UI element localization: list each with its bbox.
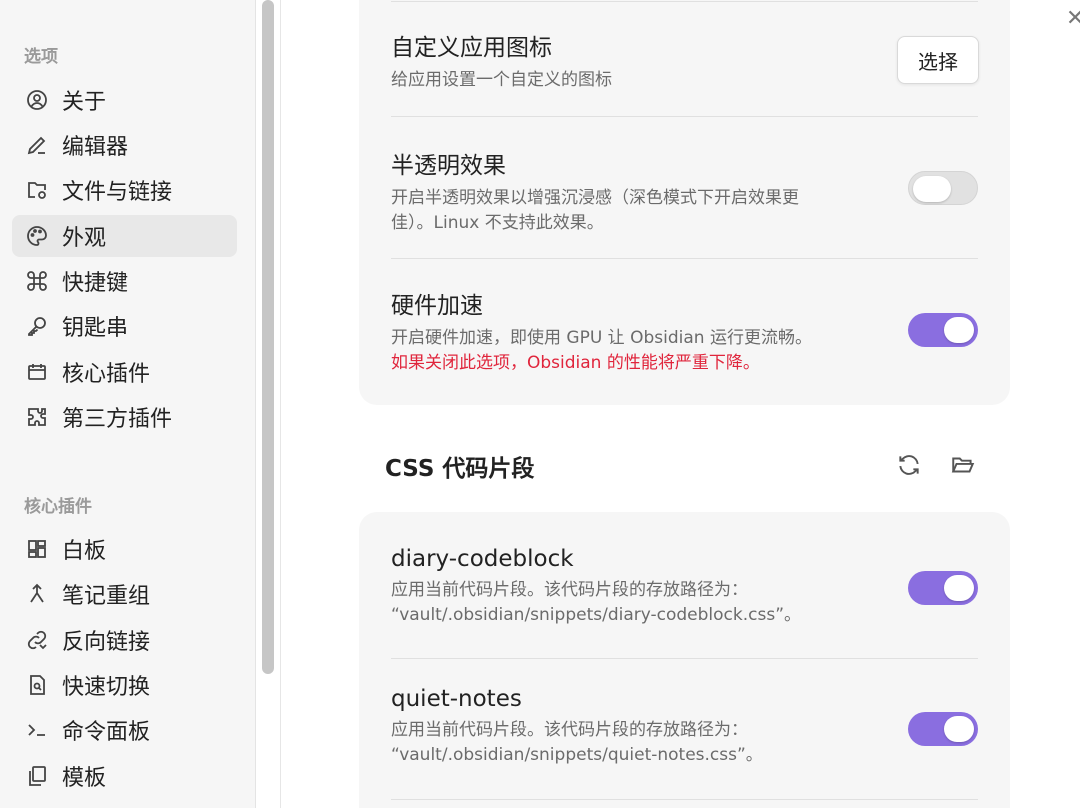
- sidebar-item-label: 快速切换: [62, 675, 151, 700]
- open-folder-icon[interactable]: [948, 450, 978, 480]
- sidebar-item-appearance[interactable]: 外观: [12, 215, 237, 257]
- palette-icon: [24, 223, 50, 249]
- setting-description: 开启半透明效果以增强沉浸感（深色模式下开启效果更 佳）。Linux 不支持此效果…: [391, 186, 978, 236]
- toggle-knob: [913, 176, 951, 202]
- sidebar-item-label: 编辑器: [62, 135, 129, 160]
- row-divider: [391, 116, 978, 117]
- sidebar-item-label: 第三方插件: [62, 407, 173, 432]
- sidebar-section-title: 核心插件: [24, 497, 92, 517]
- command-icon: [24, 268, 50, 294]
- row-divider: [391, 1, 978, 2]
- copy-icon: [24, 763, 50, 789]
- row-divider: [391, 658, 978, 659]
- settings-content: 自定义应用图标 给应用设置一个自定义的图标 选择 半透明效果 开启半透明效果以增…: [281, 0, 1080, 808]
- sidebar-item-canvas[interactable]: 白板: [12, 528, 237, 570]
- calendar-icon: [24, 359, 50, 385]
- terminal-icon: [24, 717, 50, 743]
- sidebar-item-note-composer[interactable]: 笔记重组: [12, 573, 237, 615]
- merge-icon: [24, 581, 50, 607]
- sidebar-item-label: 外观: [62, 226, 107, 251]
- sidebar-item-command-palette[interactable]: 命令面板: [12, 709, 237, 751]
- search-file-icon: [24, 672, 50, 698]
- setting-title: 硬件加速: [391, 293, 483, 319]
- sidebar-item-label: 模板: [62, 766, 107, 791]
- snippet-row: quiet-notes 应用当前代码片段。该代码片段的存放路径为： “vault…: [391, 686, 978, 768]
- setting-hardware-accel: 硬件加速 开启硬件加速，即使用 GPU 让 Obsidian 运行更流畅。 如果…: [391, 286, 978, 376]
- sidebar-scrollbar[interactable]: [262, 0, 274, 674]
- translucent-toggle[interactable]: [908, 171, 978, 205]
- snippet-name: diary-codeblock: [391, 546, 574, 572]
- snippet-row: diary-codeblock 应用当前代码片段。该代码片段的存放路径为： “v…: [391, 546, 978, 628]
- desc-line: “vault/.obsidian/snippets/quiet-notes.cs…: [391, 745, 763, 765]
- setting-title: 半透明效果: [391, 153, 506, 179]
- sidebar-item-label: 反向链接: [62, 630, 151, 655]
- snippet-description: 应用当前代码片段。该代码片段的存放路径为： “vault/.obsidian/s…: [391, 718, 978, 768]
- sidebar-item-label: 命令面板: [62, 720, 151, 745]
- reload-icon[interactable]: [894, 450, 924, 480]
- toggle-knob: [944, 575, 974, 601]
- close-icon[interactable]: ✕: [1066, 6, 1080, 31]
- settings-sidebar: 选项 关于 编辑器 文件与链接 外观 快捷键 钥匙串 核心插件 第三方插件 核心…: [0, 0, 256, 808]
- appearance-card: 自定义应用图标 给应用设置一个自定义的图标 选择 半透明效果 开启半透明效果以增…: [359, 0, 1010, 405]
- sidebar-item-templates[interactable]: 模板: [12, 755, 237, 797]
- sidebar-item-quick-switcher[interactable]: 快速切换: [12, 664, 237, 706]
- layout-icon: [24, 536, 50, 562]
- toggle-knob: [944, 716, 974, 742]
- desc-line: 佳）。Linux 不支持此效果。: [391, 213, 604, 233]
- sidebar-item-label: 核心插件: [62, 362, 151, 387]
- hardware-accel-toggle[interactable]: [908, 313, 978, 347]
- desc-line: 开启硬件加速，即使用 GPU 让 Obsidian 运行更流畅。: [391, 328, 812, 348]
- sidebar-item-editor[interactable]: 编辑器: [12, 124, 237, 166]
- sidebar-item-about[interactable]: 关于: [12, 79, 237, 121]
- puzzle-icon: [24, 404, 50, 430]
- setting-custom-icon: 自定义应用图标 给应用设置一个自定义的图标: [391, 28, 978, 93]
- pen-icon: [24, 132, 50, 158]
- sidebar-section-title: 选项: [24, 47, 58, 67]
- sidebar-item-label: 关于: [62, 90, 107, 115]
- row-divider: [391, 799, 978, 800]
- sidebar-item-label: 文件与链接: [62, 180, 173, 205]
- desc-line: 应用当前代码片段。该代码片段的存放路径为：: [391, 580, 748, 600]
- setting-translucent: 半透明效果 开启半透明效果以增强沉浸感（深色模式下开启效果更 佳）。Linux …: [391, 146, 978, 236]
- sidebar-item-community-plugins[interactable]: 第三方插件: [12, 396, 237, 438]
- desc-line: 开启半透明效果以增强沉浸感（深色模式下开启效果更: [391, 188, 799, 208]
- setting-description: 给应用设置一个自定义的图标: [391, 70, 612, 90]
- sidebar-item-label: 笔记重组: [62, 584, 151, 609]
- row-divider: [391, 258, 978, 259]
- key-icon: [24, 313, 50, 339]
- sidebar-item-keychain[interactable]: 钥匙串: [12, 305, 237, 347]
- setting-title: 自定义应用图标: [391, 35, 552, 61]
- setting-description: 开启硬件加速，即使用 GPU 让 Obsidian 运行更流畅。 如果关闭此选项…: [391, 326, 978, 376]
- choose-icon-button[interactable]: 选择: [897, 36, 979, 84]
- sidebar-item-label: 快捷键: [62, 271, 129, 296]
- desc-line: “vault/.obsidian/snippets/diary-codebloc…: [391, 605, 802, 625]
- css-snippets-heading: CSS 代码片段: [385, 456, 535, 482]
- info-circle-icon: [24, 87, 50, 113]
- snippets-card: diary-codeblock 应用当前代码片段。该代码片段的存放路径为： “v…: [359, 512, 1010, 808]
- sidebar-item-hotkeys[interactable]: 快捷键: [12, 260, 237, 302]
- sidebar-item-core-plugins[interactable]: 核心插件: [12, 351, 237, 393]
- snippet-toggle[interactable]: [908, 712, 978, 746]
- folder-cog-icon: [24, 177, 50, 203]
- snippet-toggle[interactable]: [908, 571, 978, 605]
- sidebar-item-label: 白板: [62, 539, 107, 564]
- warning-text: 如果关闭此选项，Obsidian 的性能将严重下降。: [391, 353, 760, 373]
- link-icon: [24, 627, 50, 653]
- snippet-description: 应用当前代码片段。该代码片段的存放路径为： “vault/.obsidian/s…: [391, 578, 978, 628]
- sidebar-item-backlinks[interactable]: 反向链接: [12, 619, 237, 661]
- toggle-knob: [944, 317, 974, 343]
- desc-line: 应用当前代码片段。该代码片段的存放路径为：: [391, 720, 748, 740]
- snippet-name: quiet-notes: [391, 686, 522, 712]
- sidebar-item-label: 钥匙串: [62, 316, 129, 341]
- sidebar-item-files-links[interactable]: 文件与链接: [12, 169, 237, 211]
